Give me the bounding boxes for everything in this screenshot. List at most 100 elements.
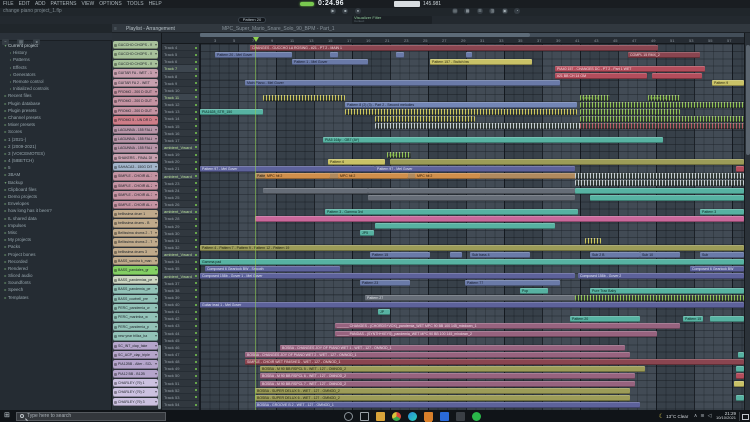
browser-item-current-project[interactable]: ▾Current project — [0, 42, 112, 49]
menu-edit[interactable]: EDIT — [19, 0, 30, 8]
playlist-clip[interactable]: ______ CHANGES - (CHORDS+VOX)_pandemia_W… — [335, 323, 680, 329]
browser-item-my-projects[interactable]: ▸My projects — [0, 236, 112, 243]
track-mute-led[interactable] — [195, 189, 197, 191]
track-mute-led[interactable] — [195, 204, 197, 206]
track-mute-led[interactable] — [195, 232, 197, 234]
track-mute-led[interactable] — [195, 346, 197, 348]
picker-item[interactable]: SIMPLE - CHOIR AL 2▾ — [113, 182, 158, 190]
chevron-down-icon[interactable]: ▾ — [155, 266, 157, 274]
browser-item-recorded[interactable]: ▸Recorded — [0, 258, 112, 265]
browser-item-plugin-presets[interactable]: ▸Plugin presets — [0, 107, 112, 114]
network-icon[interactable]: ≋ — [700, 413, 704, 419]
picker-item[interactable]: SC_INT_clap_fake▾ — [113, 342, 158, 350]
playlist-clip[interactable]: Pattern 9 — [712, 80, 744, 86]
playlist-clip[interactable]: Pattern 77 — [465, 280, 560, 286]
track-header[interactable]: Track 44 — [162, 330, 199, 337]
chevron-down-icon[interactable]: ▾ — [155, 388, 157, 396]
chevron-down-icon[interactable]: ▾ — [155, 285, 157, 293]
playlist-clip[interactable]: Guitar lead 1 - Mel Gover — [200, 302, 744, 308]
track-header[interactable]: Track 24 — [162, 187, 199, 194]
picker-item[interactable]: PERC_pandemia_w▾ — [113, 304, 158, 312]
picker-item[interactable]: GUITAR FA - WET - 115▾ — [113, 69, 158, 77]
playlist-clip-fragment[interactable] — [450, 252, 462, 258]
track-header[interactable]: ambient_Vward 09 — [162, 208, 199, 215]
playlist-clip[interactable]: Composed 158b - Gover 1 - Mel Gover — [200, 273, 575, 279]
track-mute-led[interactable] — [195, 182, 197, 184]
browser-item-patterns[interactable]: •Patterns — [0, 56, 112, 63]
track-header[interactable]: Track 47 — [162, 351, 199, 358]
track-mute-led[interactable] — [195, 304, 197, 306]
track-mute-led[interactable] — [195, 161, 197, 163]
playlist-clip-fragment[interactable] — [345, 109, 577, 115]
picker-item[interactable]: new year trillza_ba▾ — [113, 332, 158, 340]
track-header[interactable]: Track 49 — [162, 365, 199, 372]
picker-item[interactable]: LAGUNNA - 155 FALL B 2▾ — [113, 135, 158, 143]
track-header[interactable]: Track 46 — [162, 344, 199, 351]
browser-item-recent-files[interactable]: ▸Recent files — [0, 92, 112, 99]
browser-item-demo-projects[interactable]: ▸Demo projects — [0, 193, 112, 200]
chevron-down-icon[interactable]: ▾ — [155, 107, 157, 115]
picker-item[interactable]: BASS_pandemias_per▾ — [113, 276, 158, 284]
browser-item-templates[interactable]: ▸Templates — [0, 294, 112, 301]
menu-help[interactable]: HELP — [149, 0, 162, 8]
playlist-clip-fragment[interactable] — [368, 195, 575, 201]
record-button[interactable]: ● — [355, 8, 361, 14]
track-header[interactable]: Track 4 — [162, 44, 199, 51]
chevron-down-icon[interactable]: ▾ — [155, 97, 157, 105]
browser-item-how-long-has-it-been-[interactable]: ▸how long has it been? — [0, 207, 112, 214]
chevron-down-icon[interactable]: ▾ — [155, 351, 157, 359]
chrome-icon[interactable] — [392, 412, 401, 421]
browser-item-effects[interactable]: •Effects — [0, 64, 112, 71]
playlist-clip[interactable]: MPC hit 2 — [338, 173, 408, 179]
play-button[interactable]: ▶ — [330, 8, 336, 14]
track-mute-led[interactable] — [195, 218, 197, 220]
track-header[interactable]: Track 30 — [162, 230, 199, 237]
photos-icon[interactable] — [440, 412, 449, 421]
track-mute-led[interactable] — [195, 196, 197, 198]
zoom-scrollbar-thumb[interactable] — [200, 33, 530, 37]
picker-item[interactable]: SIMPLE - CHOIR AL 4▾ — [113, 201, 158, 209]
picker-item[interactable]: SHAKERS - FINAL DRY▾ — [113, 154, 158, 162]
chevron-down-icon[interactable]: ▾ — [155, 154, 157, 162]
tempo-value[interactable]: 145.981 — [423, 1, 441, 7]
track-header[interactable]: Track 34 — [162, 258, 199, 265]
track-mute-led[interactable] — [195, 296, 197, 298]
track-header[interactable]: ambient_Vward 07 — [162, 144, 199, 151]
browser-item-speech[interactable]: ▸Speech — [0, 286, 112, 293]
picker-item[interactable]: PIA12BB - Alter - SCUN▾ — [113, 360, 158, 368]
cortana-icon[interactable] — [344, 412, 353, 421]
picker-scrollbar[interactable] — [158, 345, 161, 409]
playlist-clip-fragment[interactable] — [375, 123, 607, 129]
playlist-clip-fragment[interactable] — [585, 238, 601, 244]
playlist-clip[interactable]: BOSBA - SUPER DELUX 6 - WET - 127 - OMNO… — [255, 395, 630, 401]
playlist-clip-fragment[interactable] — [736, 395, 744, 401]
chevron-down-icon[interactable]: ▾ — [155, 126, 157, 134]
chevron-down-icon[interactable]: ▾ — [155, 69, 157, 77]
picker-item[interactable]: BASS_pandales_gr▾ — [113, 266, 158, 274]
picker-item[interactable]: GUCCHO CHOPS - WET 3▾ — [113, 60, 158, 68]
picker-item[interactable]: PERC_marimba_w▾ — [113, 313, 158, 321]
playlist-clip[interactable]: Composed 6 Gearlock BW - Smooth — [205, 266, 340, 272]
playlist-clip[interactable]: Pattern 97 - Mel Gover — [200, 166, 375, 172]
playlist-clip[interactable]: Gamma pad — [200, 259, 744, 265]
browser-window-icon[interactable]: ▣ — [502, 8, 508, 14]
playlist-clip[interactable]: Pattern 27 — [365, 295, 575, 301]
track-header[interactable]: Track 26 — [162, 201, 199, 208]
browser-item-misc[interactable]: ▸Misc — [0, 229, 112, 236]
playlist-clip[interactable]: Pattern 14 — [580, 95, 610, 101]
picker-item[interactable]: PROMO - 200 D GUT AL 1▾ — [113, 88, 158, 96]
chevron-down-icon[interactable]: ▾ — [155, 60, 157, 68]
track-header[interactable]: Track 17 — [162, 137, 199, 144]
playlist-clip[interactable]: Pattern 8 (2) (3) - Part 2 - Second melo… — [345, 102, 577, 108]
picker-item[interactable]: bellissima drums 3▾ — [113, 248, 158, 256]
playlist-clip-fragment[interactable] — [734, 381, 744, 387]
track-mute-led[interactable] — [195, 275, 197, 277]
playlist-clip-fragment[interactable] — [580, 102, 744, 108]
chevron-down-icon[interactable]: ▾ — [155, 342, 157, 350]
picker-item[interactable]: PERC_pandemia_p▾ — [113, 323, 158, 331]
track-header[interactable]: Track 32 — [162, 244, 199, 251]
edge-icon[interactable] — [408, 412, 417, 421]
menu-options[interactable]: OPTIONS — [99, 0, 122, 8]
playlist-clip[interactable]: Pure Trax Baby — [590, 288, 744, 294]
track-mute-led[interactable] — [195, 311, 197, 313]
